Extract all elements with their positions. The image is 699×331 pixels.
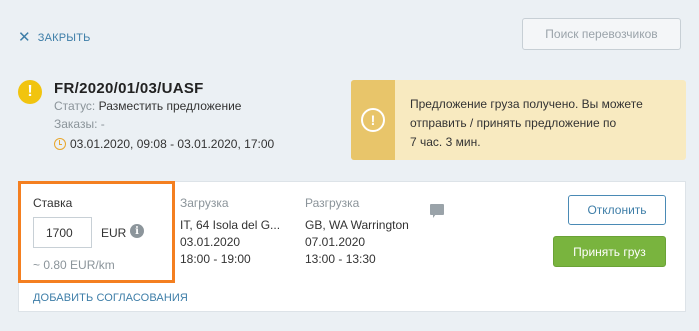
status-value: Разместить предложение	[98, 99, 242, 113]
rate-label: Ставка	[33, 196, 73, 210]
close-label: ЗАКРЫТЬ	[37, 31, 91, 44]
loading-heading: Загрузка	[180, 196, 229, 210]
loading-date: 03.01.2020	[180, 235, 241, 249]
notice-side: !	[351, 80, 395, 160]
close-link[interactable]: ✕ ЗАКРЫТЬ	[18, 30, 91, 45]
order-id: FR/2020/01/03/UASF	[54, 80, 204, 97]
unloading-place: GB, WA Warrington	[305, 218, 409, 232]
rate-per-km: ~ 0.80 EUR/km	[33, 258, 115, 272]
time-window-text: 03.01.2020, 09:08 - 03.01.2020, 17:00	[70, 137, 275, 151]
rate-input[interactable]	[33, 217, 92, 248]
accept-cargo-button[interactable]: Принять груз	[553, 236, 666, 267]
unloading-time: 13:00 - 13:30	[305, 252, 376, 266]
loading-place: IT, 64 Isola del G...	[180, 218, 281, 232]
info-icon[interactable]: i	[130, 224, 144, 238]
comment-icon[interactable]	[430, 204, 444, 218]
order-status: Статус: Разместить предложение	[54, 99, 241, 113]
close-icon: ✕	[18, 29, 31, 46]
decline-button[interactable]: Отклонить	[568, 195, 666, 225]
clock-icon	[54, 138, 66, 150]
notice-text: Предложение груза получено. Вы можете от…	[395, 80, 655, 160]
status-label: Статус:	[54, 99, 96, 113]
search-carriers-button[interactable]: Поиск перевозчиков	[522, 18, 681, 50]
notice-line-1: Предложение груза получено. Вы можете	[410, 97, 643, 111]
unloading-date: 07.01.2020	[305, 235, 366, 249]
time-window: 03.01.2020, 09:08 - 03.01.2020, 17:00	[54, 137, 274, 151]
loading-time: 18:00 - 19:00	[180, 252, 251, 266]
rate-currency: EUR	[101, 226, 127, 240]
offer-notice: ! Предложение груза получено. Вы можете …	[351, 80, 686, 160]
unloading-heading: Разгрузка	[305, 196, 360, 210]
add-agreements-link[interactable]: ДОБАВИТЬ СОГЛАСОВАНИЯ	[33, 292, 188, 304]
notice-line-2: отправить / принять предложение по	[410, 116, 617, 130]
orders-info: Заказы: -	[54, 117, 105, 131]
warning-icon: !	[18, 80, 42, 104]
notice-line-3: 7 час. 3 мин.	[410, 135, 481, 149]
alert-icon: !	[361, 108, 385, 132]
